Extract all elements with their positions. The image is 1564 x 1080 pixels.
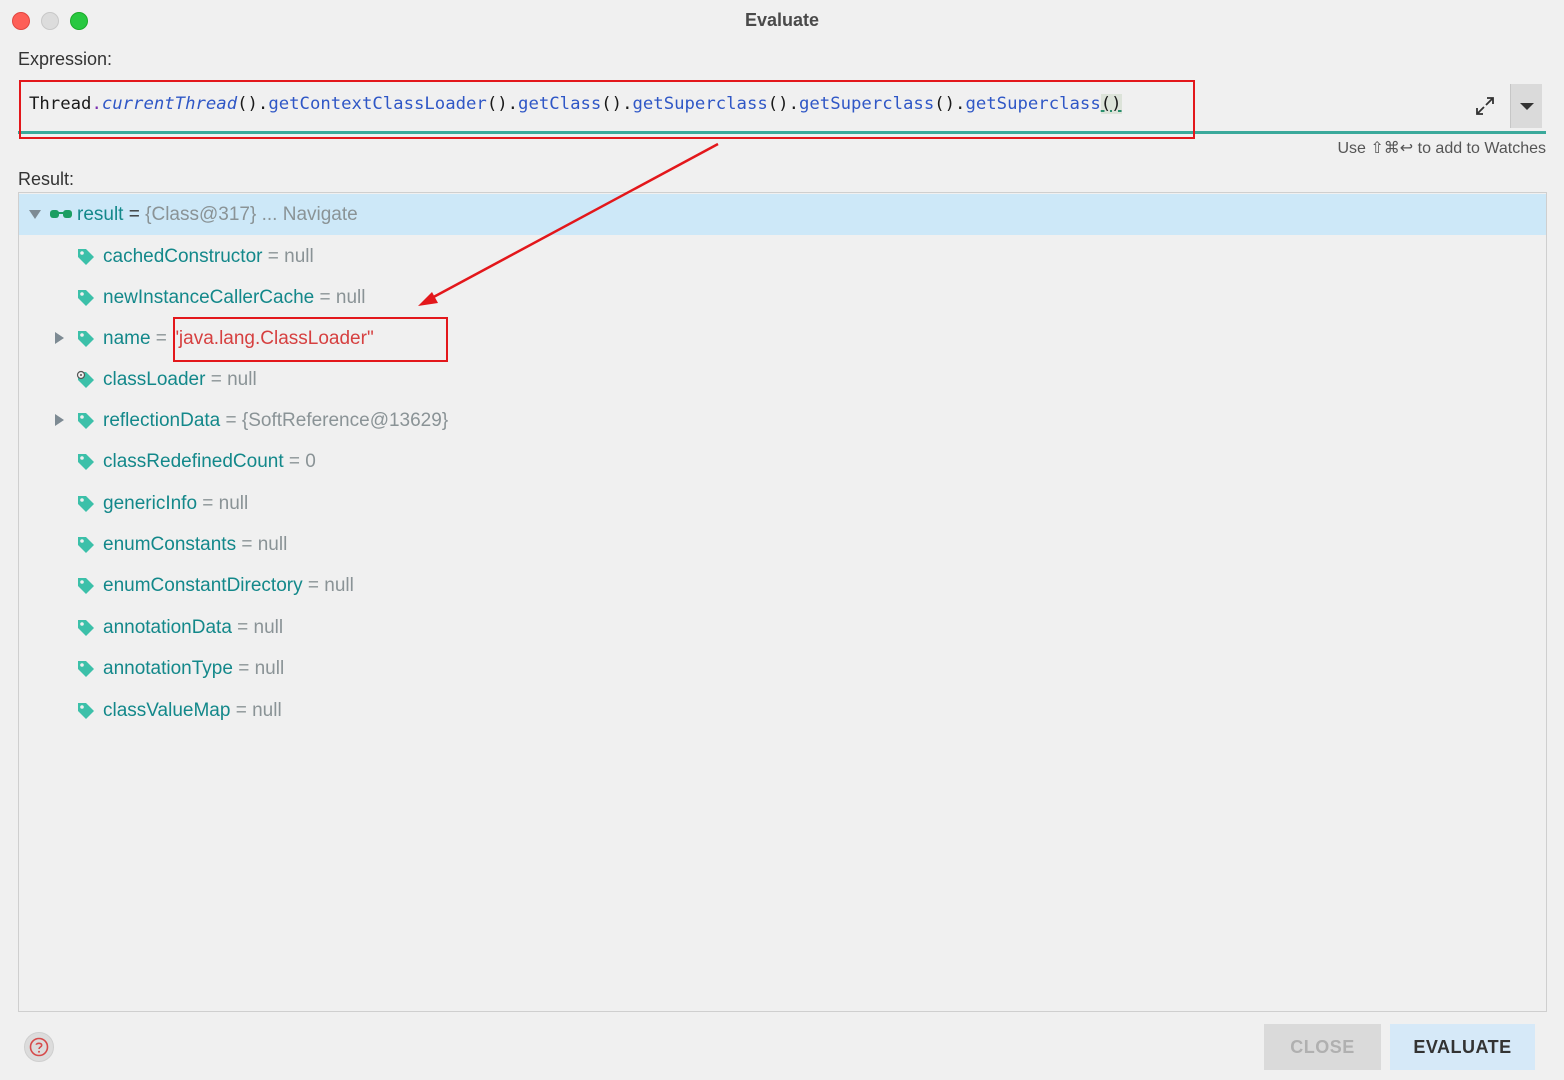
field-value: null [254,658,285,679]
field-tag-icon [78,496,94,512]
value-highlight-box [173,317,448,362]
field-eq: = [123,204,146,225]
field-eq: = [205,369,228,390]
evaluate-button[interactable]: EVALUATE [1390,1024,1535,1070]
result-label: Result: [18,169,75,189]
field-eq: = [220,410,242,431]
field-eq: = [314,287,336,308]
expression-highlight-box [19,80,1195,139]
help-button[interactable] [24,1032,54,1062]
expand-arrow-icon[interactable] [55,332,64,344]
help-icon [29,1037,49,1057]
field-name: classValueMap [103,700,231,721]
field-name: classLoader [103,369,206,390]
field-name: enumConstantDirectory [103,575,303,596]
tree-row[interactable]: annotationData = null [19,607,1546,648]
field-eq: = [236,534,258,555]
field-name: annotationType [103,658,233,679]
expression-label: Expression: [18,49,113,69]
static-field-tag-icon [76,370,94,388]
field-name: newInstanceCallerCache [103,287,315,308]
field-name: cachedConstructor [103,246,263,267]
field-tag-icon [78,290,94,306]
field-value: 0 [305,451,316,472]
field-value: null [284,246,314,267]
tree-row[interactable]: enumConstants = null [19,524,1546,565]
field-eq: = [197,493,219,514]
field-eq: = [302,575,325,596]
field-value: {Class@317} [145,204,257,225]
field-value: null [324,575,354,596]
field-tag-icon [78,661,94,677]
history-dropdown-button[interactable] [1510,84,1542,128]
field-value: null [252,700,282,721]
field-tag-icon [78,620,94,636]
watch-glasses-icon [50,210,72,218]
field-tag-icon [78,454,94,470]
tree-row[interactable]: genericInfo = null [19,483,1546,524]
field-value: null [253,617,284,638]
tree-row[interactable]: newInstanceCallerCache = null [19,277,1546,318]
field-name: enumConstants [103,534,237,555]
tree-row[interactable]: classRedefinedCount = 0 [19,441,1546,482]
field-eq: = [231,617,254,638]
field-value: null [257,534,288,555]
expand-arrow-icon[interactable] [55,414,64,426]
field-eq: = [232,658,255,679]
expand-icon[interactable] [1474,95,1496,117]
field-value: {SoftReference@13629} [241,410,449,431]
field-name: genericInfo [103,493,198,514]
field-tag-icon [78,537,94,553]
field-name: annotationData [103,617,232,638]
field-eq: = [283,451,306,472]
field-tag-icon [78,249,94,265]
tree-row[interactable]: enumConstantDirectory = null [19,565,1546,606]
navigate-link[interactable]: ... Navigate [256,204,358,225]
tree-row[interactable]: reflectionData = {SoftReference@13629} [19,400,1546,441]
tree-row[interactable]: classLoader = null [19,359,1546,400]
collapse-arrow-icon[interactable] [29,210,41,219]
tree-row[interactable]: cachedConstructor = null [19,236,1546,277]
field-tag-icon [78,703,94,719]
watches-hint: Use ⇧⌘↩ to add to Watches [1337,140,1546,157]
field-eq: = [230,700,253,721]
window-title: Evaluate [744,10,820,30]
field-value: null [218,493,249,514]
field-eq: = [262,246,285,267]
field-name: classRedefinedCount [103,451,284,472]
field-name: reflectionData [103,410,221,431]
field-tag-icon [78,331,94,347]
title-bar: Evaluate [0,0,1564,40]
field-eq: = [150,328,173,349]
tree-row[interactable]: annotationType = null [19,648,1546,689]
tree-row[interactable]: classValueMap = null [19,690,1546,731]
chevron-down-icon [1520,103,1534,110]
field-name: result [77,204,124,225]
field-tag-icon [78,578,94,594]
tree-row-result[interactable]: result = {Class@317} ... Navigate [19,194,1546,235]
field-tag-icon [78,413,94,429]
field-name: name [103,328,151,349]
field-value: null [335,287,366,308]
result-tree[interactable]: result = {Class@317} ... Navigate cached… [18,192,1547,1012]
close-button[interactable]: CLOSE [1264,1024,1381,1070]
field-value: null [227,369,257,390]
